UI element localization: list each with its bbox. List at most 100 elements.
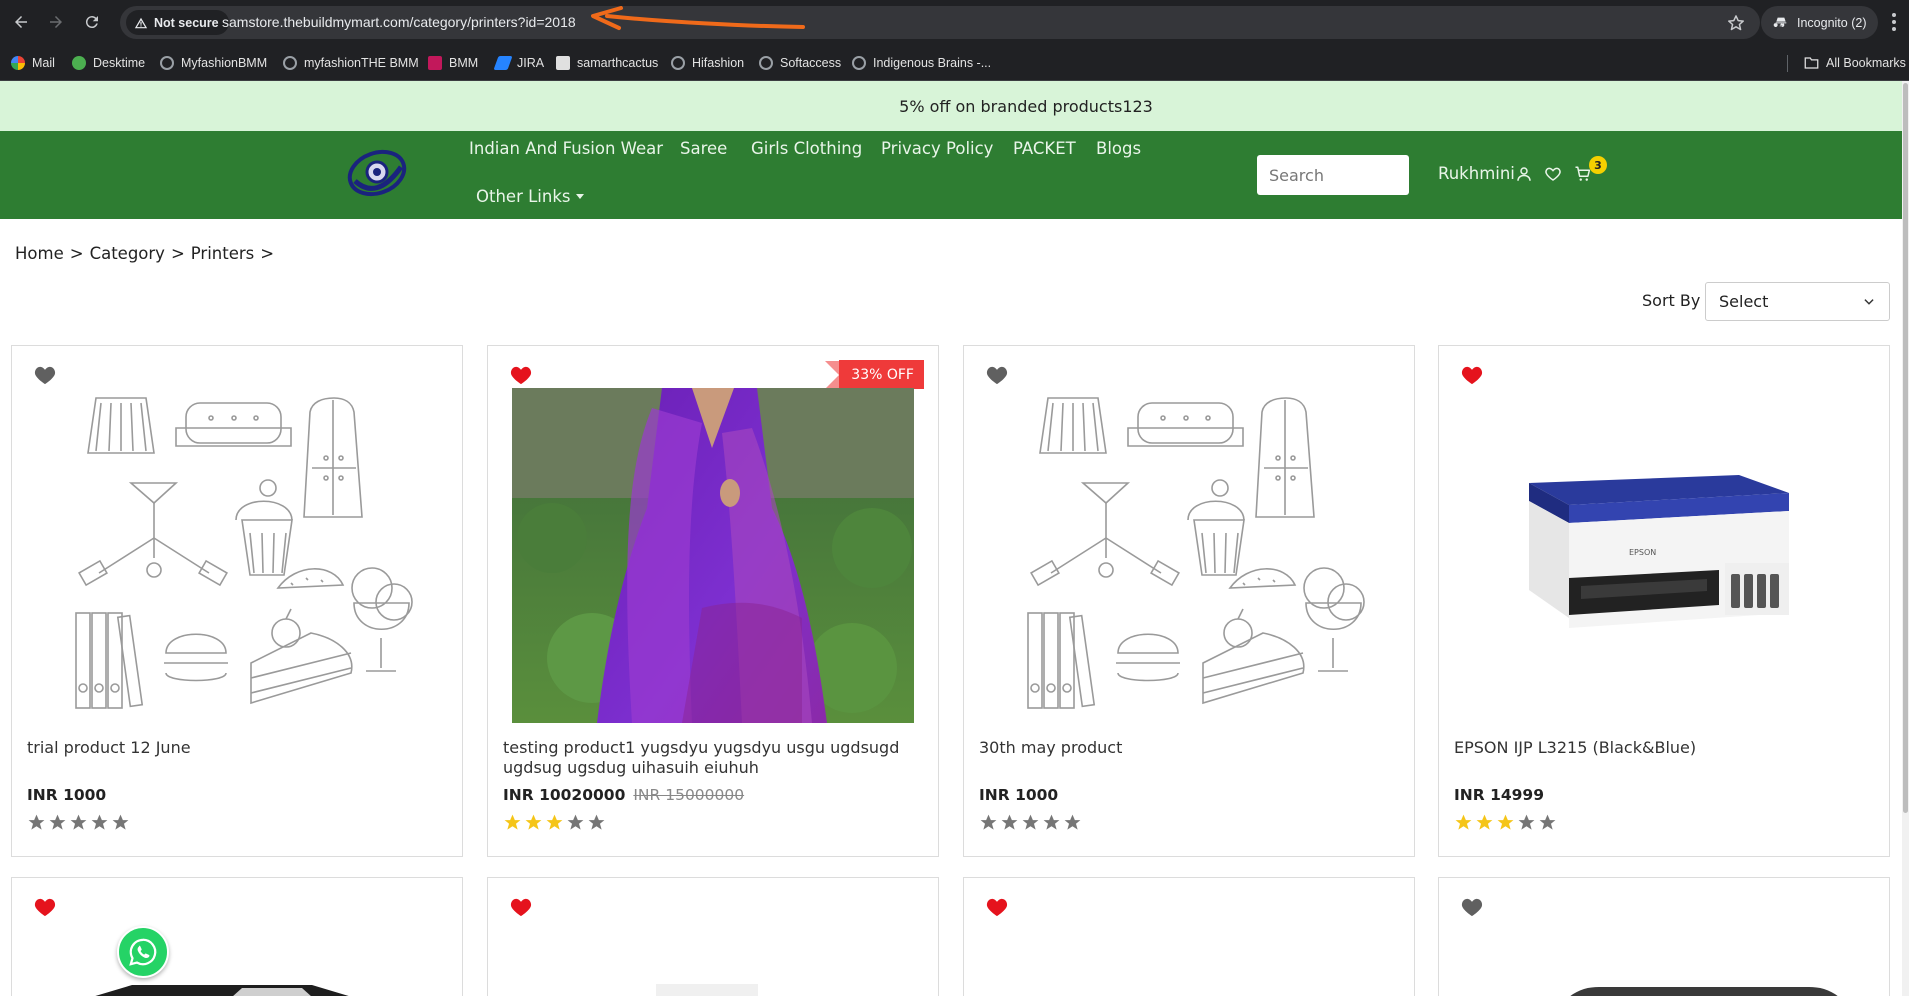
star-icon (567, 814, 584, 830)
whatsapp-icon (129, 938, 157, 966)
reload-button[interactable] (80, 10, 104, 34)
kebab-menu-icon[interactable] (1884, 10, 1904, 34)
printer-photo: EPSON (1529, 475, 1789, 628)
breadcrumb-home[interactable]: Home (15, 244, 64, 263)
discount-badge: 33% OFF (825, 360, 924, 389)
product-card[interactable]: 30th may product INR 1000 (963, 345, 1415, 857)
product-title[interactable]: testing product1 yugsdyu yugsdyu usgu ug… (503, 738, 923, 778)
product-price: INR 10020000 INR 15000000 (503, 786, 745, 804)
bookmark-myfashion-the-bmm[interactable]: myfashionTHE BMM (283, 54, 419, 72)
printer-brand-label: EPSON (1629, 548, 1656, 557)
star-icon (1497, 814, 1514, 830)
sort-select[interactable]: Select (1705, 282, 1890, 321)
star-icon (28, 814, 45, 830)
nav-girls-clothing[interactable]: Girls Clothing (751, 139, 862, 158)
product-price: INR 1000 (27, 786, 107, 804)
nav-blogs[interactable]: Blogs (1096, 139, 1141, 158)
user-icon[interactable] (1515, 165, 1533, 183)
product-price: INR 14999 (1454, 786, 1544, 804)
star-icon (1539, 814, 1556, 830)
security-indicator[interactable]: Not secure (126, 10, 229, 35)
product-card[interactable] (11, 877, 463, 996)
page-scrollbar-thumb[interactable] (1903, 83, 1908, 813)
product-card[interactable]: 33% OFF testing product1 yugsdyu yugsdyu… (487, 345, 939, 857)
arrow-right-icon (50, 16, 62, 28)
breadcrumb: Home > Category > Printers > (15, 244, 274, 263)
product-card[interactable] (1438, 877, 1890, 996)
star-icon (1476, 814, 1493, 830)
breadcrumb-printers[interactable]: Printers (191, 244, 255, 263)
star-icon (70, 814, 87, 830)
jira-icon (493, 56, 513, 70)
bookmark-samarthcactus[interactable]: samarthcactus (556, 54, 658, 72)
heart-icon[interactable] (510, 897, 532, 917)
product-card[interactable] (963, 877, 1415, 996)
product-card[interactable]: trial product 12 June INR 1000 (11, 345, 463, 857)
bookmarks-divider (1787, 55, 1788, 72)
chevron-down-icon (1864, 298, 1874, 305)
nav-packet[interactable]: PACKET (1013, 139, 1076, 158)
search-input[interactable] (1257, 155, 1409, 195)
star-icon (1001, 814, 1018, 830)
product-price: INR 1000 (979, 786, 1059, 804)
bookmark-hifashion[interactable]: Hifashion (671, 54, 744, 72)
heart-icon[interactable] (510, 365, 532, 385)
bookmark-jira[interactable]: JIRA (493, 54, 544, 72)
nav-other-links-dropdown[interactable]: Other Links (476, 187, 585, 206)
star-icon (1022, 814, 1039, 830)
heart-icon[interactable] (1461, 365, 1483, 385)
product-card[interactable] (487, 877, 939, 996)
arrow-left-icon (15, 16, 27, 28)
star-icon (1064, 814, 1081, 830)
heart-outline-icon[interactable] (1544, 165, 1562, 183)
heart-icon[interactable] (986, 365, 1008, 385)
globe-icon (671, 56, 685, 70)
breadcrumb-separator: > (260, 244, 275, 263)
browser-toolbar: Not secure samstore.thebuildmymart.com/c… (0, 0, 1909, 45)
rating-stars (27, 813, 130, 832)
bookmark-bmm[interactable]: BMM (428, 54, 478, 72)
star-icon (980, 814, 997, 830)
user-name[interactable]: Rukhmini (1438, 164, 1515, 183)
bookmark-softaccess[interactable]: Softaccess (759, 54, 841, 72)
forward-button[interactable] (44, 10, 68, 34)
sort-selected-value: Select (1719, 292, 1769, 311)
bookmark-star-icon[interactable] (1726, 13, 1746, 33)
star-icon (91, 814, 108, 830)
heart-icon[interactable] (34, 897, 56, 917)
star-icon (1455, 814, 1472, 830)
bookmark-indigenous-brains[interactable]: Indigenous Brains -... (852, 54, 991, 72)
product-title[interactable]: 30th may product (979, 738, 1399, 758)
product-card[interactable]: EPSON EPSON IJP L3215 (Black&Blue) INR 1… (1438, 345, 1890, 857)
star-icon (112, 814, 129, 830)
star-icon (588, 814, 605, 830)
bmm-icon (428, 56, 442, 70)
bookmark-desktime[interactable]: Desktime (72, 54, 145, 72)
site-header: Indian And Fusion Wear Saree Girls Cloth… (0, 131, 1902, 219)
back-button[interactable] (9, 10, 33, 34)
whatsapp-chat-button[interactable] (117, 926, 169, 978)
address-bar[interactable]: Not secure samstore.thebuildmymart.com/c… (120, 6, 1760, 39)
rating-stars (503, 813, 606, 832)
product-title[interactable]: trial product 12 June (27, 738, 447, 758)
globe-icon (283, 56, 297, 70)
bookmark-mail[interactable]: Mail (11, 54, 55, 72)
nav-privacy-policy[interactable]: Privacy Policy (881, 139, 993, 158)
globe-icon (160, 56, 174, 70)
product-title[interactable]: EPSON IJP L3215 (Black&Blue) (1454, 738, 1874, 758)
bookmarks-bar: Mail Desktime MyfashionBMM myfashionTHE … (0, 45, 1909, 81)
breadcrumb-category[interactable]: Category (90, 244, 165, 263)
heart-icon[interactable] (986, 897, 1008, 917)
heart-icon[interactable] (1461, 897, 1483, 917)
star-icon (525, 814, 542, 830)
nav-indian-fusion-wear[interactable]: Indian And Fusion Wear (469, 139, 663, 158)
site-logo[interactable] (345, 145, 409, 201)
incognito-indicator[interactable]: Incognito (2) (1761, 6, 1879, 39)
all-bookmarks-button[interactable]: All Bookmarks (1804, 54, 1906, 72)
url-text[interactable]: samstore.thebuildmymart.com/category/pri… (222, 14, 576, 30)
product-image-partial (95, 985, 349, 996)
sort-label: Sort By (1642, 291, 1701, 310)
nav-saree[interactable]: Saree (680, 139, 727, 158)
bookmark-myfashionbmm[interactable]: MyfashionBMM (160, 54, 267, 72)
heart-icon[interactable] (34, 365, 56, 385)
